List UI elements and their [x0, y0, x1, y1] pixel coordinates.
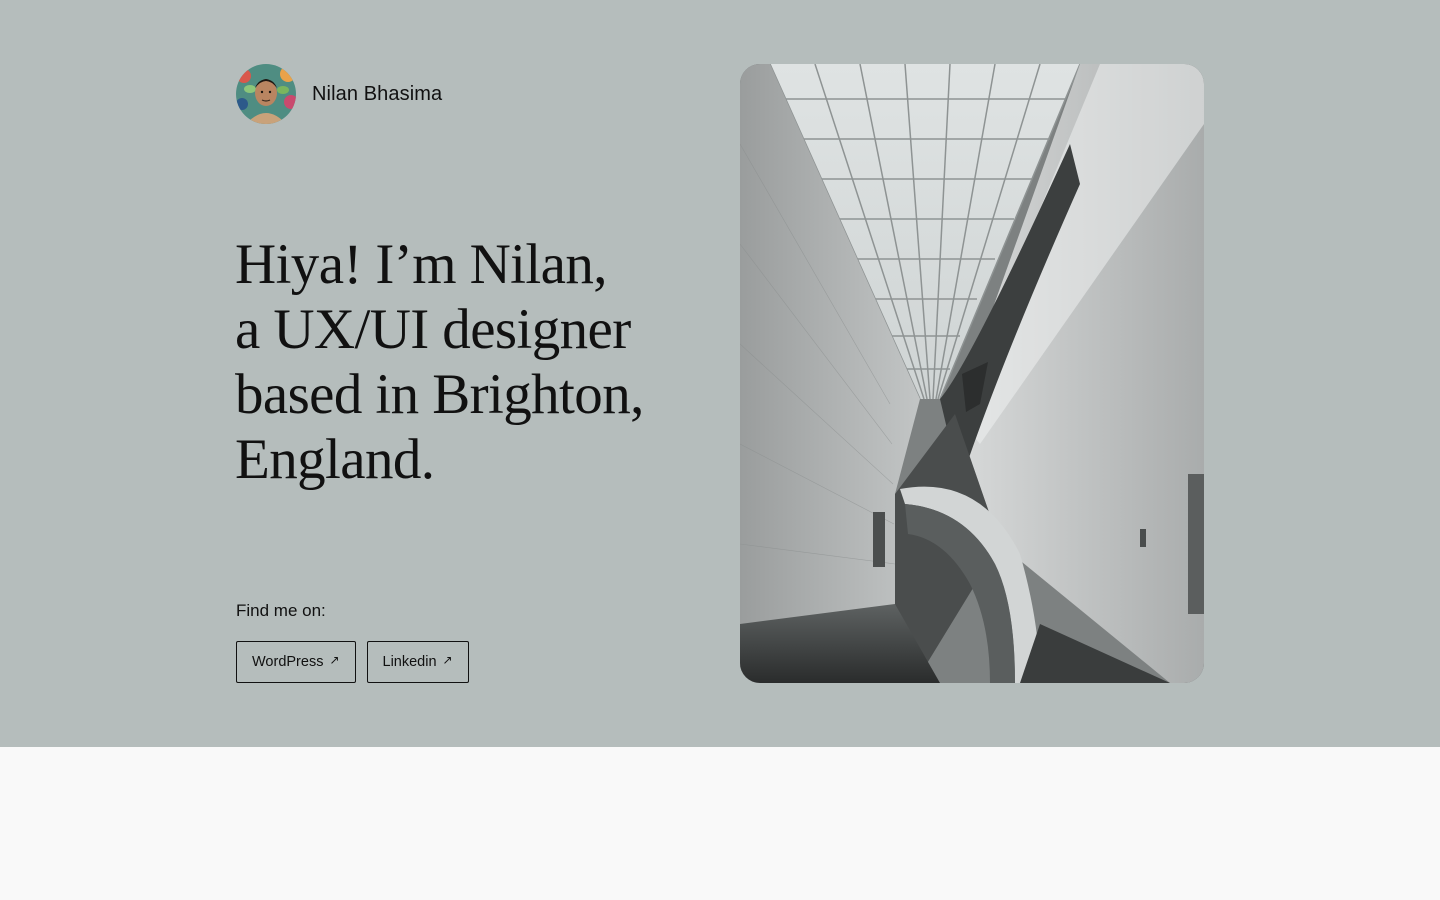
- wordpress-link-label: WordPress: [252, 654, 324, 670]
- hero-photo: [740, 64, 1204, 683]
- avatar[interactable]: [236, 64, 296, 124]
- linkedin-link-label: Linkedin: [382, 654, 437, 670]
- headline-line: England.: [235, 428, 435, 491]
- find-me-label: Find me on:: [236, 601, 326, 620]
- headline-line: a UX/UI designer: [235, 298, 631, 361]
- external-arrow-icon: ↗: [329, 653, 340, 667]
- headline-line: based in Brighton,: [235, 363, 644, 426]
- wordpress-link-button[interactable]: WordPress ↗: [236, 641, 356, 683]
- site-title[interactable]: Nilan Bhasima: [312, 83, 442, 106]
- person-avatar-icon: [236, 64, 296, 124]
- external-arrow-icon: ↗: [442, 653, 453, 667]
- linkedin-link-button[interactable]: Linkedin ↗: [366, 641, 469, 683]
- social-links: WordPress ↗ Linkedin ↗: [236, 641, 469, 683]
- page-headline: Hiya! I’m Nilan, a UX/UI designer based …: [235, 232, 705, 492]
- hero-section: Nilan Bhasima Hiya! I’m Nilan, a UX/UI d…: [0, 0, 1440, 747]
- architecture-interior-photo: [740, 64, 1204, 683]
- headline-line: Hiya! I’m Nilan,: [235, 233, 607, 296]
- site-header: Nilan Bhasima: [236, 64, 442, 124]
